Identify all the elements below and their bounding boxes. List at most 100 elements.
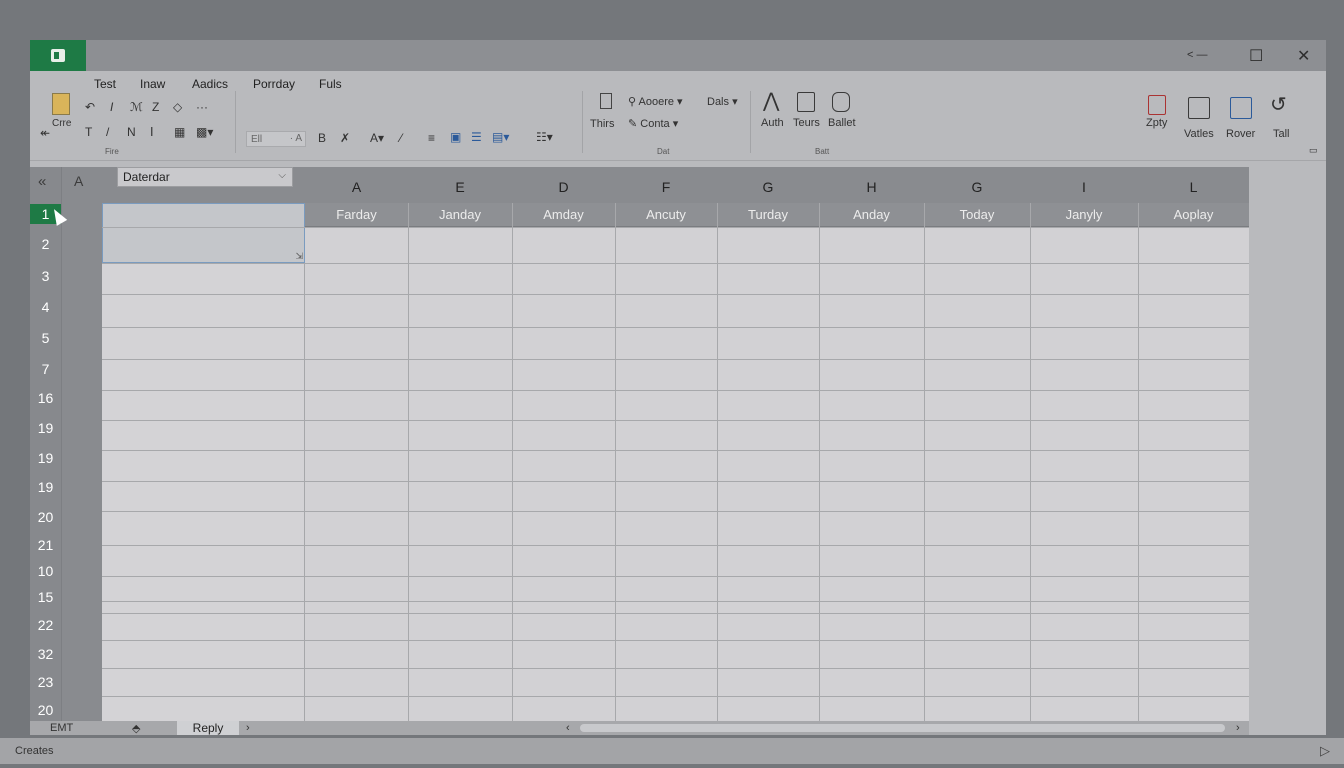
paste-icon[interactable] xyxy=(52,93,70,115)
tab-aadics[interactable]: Aadics xyxy=(192,77,228,91)
slash-icon[interactable]: / xyxy=(106,126,109,138)
scroll-right-icon[interactable]: › xyxy=(1236,722,1240,734)
row-header[interactable]: 5 xyxy=(30,328,61,348)
header-cell[interactable]: Janyly xyxy=(1030,207,1138,222)
restore-button[interactable]: ˂ — xyxy=(1187,49,1207,61)
sheet-nav-label[interactable]: EMT xyxy=(50,722,73,734)
header-cell[interactable]: Aoplay xyxy=(1138,207,1249,222)
row-header[interactable]: 2 xyxy=(30,234,61,254)
row-header[interactable]: 22 xyxy=(30,615,61,635)
zpty-button[interactable]: Zpty xyxy=(1146,117,1167,129)
indent-icon[interactable]: Ⅰ xyxy=(150,126,154,138)
aooere-button[interactable]: ⚲ Aooere ▾ xyxy=(628,95,683,108)
text-box-icon[interactable] xyxy=(797,92,815,112)
italic-icon[interactable]: I xyxy=(110,101,113,113)
align-left-icon[interactable]: ≡ xyxy=(428,132,435,144)
name-box-dropdown[interactable]: Daterdar ⌵ xyxy=(117,167,293,187)
row-header[interactable]: 15 xyxy=(30,587,61,607)
horizontal-scrollbar[interactable] xyxy=(580,724,1225,732)
close-button[interactable]: ✕ xyxy=(1297,46,1310,66)
tab-inaw[interactable]: Inaw xyxy=(140,77,165,91)
strikethrough-icon[interactable]: ℳ xyxy=(130,101,143,113)
font-size-icon[interactable]: A▾ xyxy=(370,132,384,144)
z-icon[interactable]: Z xyxy=(152,101,159,113)
borders-icon[interactable]: ▦ xyxy=(174,126,185,138)
column-a-icon[interactable]: A xyxy=(74,173,83,189)
column-header[interactable]: G xyxy=(748,179,788,195)
vatles-icon[interactable] xyxy=(1188,97,1210,119)
row-header[interactable]: 16 xyxy=(30,388,61,408)
n-icon[interactable]: N xyxy=(127,126,136,138)
bold-icon[interactable]: B xyxy=(318,132,326,144)
document-icon[interactable] xyxy=(600,93,612,109)
sheet-nav-icon[interactable]: ⬘ xyxy=(132,722,140,735)
header-cell[interactable]: Today xyxy=(924,207,1030,222)
column-header[interactable]: L xyxy=(1174,179,1214,195)
dals-button[interactable]: Dals ▾ xyxy=(707,95,738,108)
column-header[interactable]: I xyxy=(1064,179,1104,195)
row-header[interactable]: 20 xyxy=(30,507,61,527)
app-logo-icon[interactable] xyxy=(30,40,86,71)
row-header[interactable]: 4 xyxy=(30,297,61,317)
wrap-icon[interactable]: ☰ xyxy=(471,131,482,143)
left-column[interactable] xyxy=(102,203,305,721)
chart-icon[interactable] xyxy=(832,92,850,112)
row-header[interactable]: 20 xyxy=(30,700,61,720)
align-center-icon[interactable]: ▣ xyxy=(450,131,461,143)
shapes-icon[interactable]: ⋀ xyxy=(763,91,779,111)
format-painter-icon[interactable]: ↞ xyxy=(40,127,50,139)
tab-porrday[interactable]: Porrday xyxy=(253,77,295,91)
column-header[interactable]: G xyxy=(957,179,997,195)
row-header[interactable]: 19 xyxy=(30,448,61,468)
rover-button[interactable]: Rover xyxy=(1226,128,1255,140)
column-header[interactable]: E xyxy=(440,179,480,195)
sheet-tab-reply[interactable]: Reply xyxy=(177,721,239,735)
column-header[interactable]: A xyxy=(337,179,377,195)
header-cell[interactable]: Turday xyxy=(717,207,819,222)
row-header[interactable]: 7 xyxy=(30,359,61,379)
ribbon-collapse-icon[interactable]: ▭ xyxy=(1309,146,1318,155)
merge-icon[interactable]: ▤▾ xyxy=(492,131,509,143)
collapse-chevron-icon[interactable]: « xyxy=(38,173,46,190)
next-sheet-icon[interactable]: › xyxy=(246,722,250,734)
undo-icon[interactable]: ↶ xyxy=(85,101,95,113)
header-cell[interactable]: Amday xyxy=(512,207,615,222)
vatles-button[interactable]: Vatles xyxy=(1184,128,1214,140)
tail-icon[interactable]: ↺ xyxy=(1270,95,1287,115)
auth-button[interactable]: Auth xyxy=(761,117,784,129)
text-icon[interactable]: T xyxy=(85,126,92,138)
row-header[interactable]: 23 xyxy=(30,672,61,692)
selected-cell[interactable]: ⇲ xyxy=(102,203,305,263)
tab-fuls[interactable]: Fuls xyxy=(319,77,342,91)
row-header[interactable]: 10 xyxy=(30,561,61,581)
row-header[interactable]: 19 xyxy=(30,477,61,497)
row-header[interactable]: 21 xyxy=(30,535,61,555)
tail-button[interactable]: Tall xyxy=(1273,128,1290,140)
column-header[interactable]: D xyxy=(544,179,584,195)
more-icon[interactable]: ··· xyxy=(196,101,208,113)
font-color-icon[interactable]: ⁄ xyxy=(400,132,402,144)
list-icon[interactable]: ☷▾ xyxy=(536,131,553,143)
scroll-left-icon[interactable]: ‹ xyxy=(566,722,570,734)
conta-button[interactable]: ✎ Conta ▾ xyxy=(628,117,678,130)
column-header[interactable]: F xyxy=(646,179,686,195)
row-header[interactable]: 32 xyxy=(30,644,61,664)
header-cell[interactable]: Ancuty xyxy=(615,207,717,222)
header-cell[interactable]: Farday xyxy=(305,207,408,222)
column-header[interactable]: H xyxy=(852,179,892,195)
row-header[interactable]: 3 xyxy=(30,266,61,286)
clear-icon[interactable]: ✗ xyxy=(340,132,350,144)
rover-icon[interactable] xyxy=(1230,97,1252,119)
play-icon[interactable]: ▷ xyxy=(1320,743,1330,759)
teurs-button[interactable]: Teurs xyxy=(793,117,820,129)
row-header[interactable]: 19 xyxy=(30,418,61,438)
header-cell[interactable]: Anday xyxy=(819,207,924,222)
font-name-box[interactable]: Ell · A xyxy=(246,131,306,147)
tab-test[interactable]: Test xyxy=(94,77,116,91)
header-cell[interactable]: Janday xyxy=(408,207,512,222)
ballet-button[interactable]: Ballet xyxy=(828,117,856,129)
eraser-icon[interactable]: ◇ xyxy=(173,101,182,113)
maximize-button[interactable]: ☐ xyxy=(1249,46,1263,66)
zpty-icon[interactable] xyxy=(1148,95,1166,115)
fill-icon[interactable]: ▩▾ xyxy=(196,126,213,138)
